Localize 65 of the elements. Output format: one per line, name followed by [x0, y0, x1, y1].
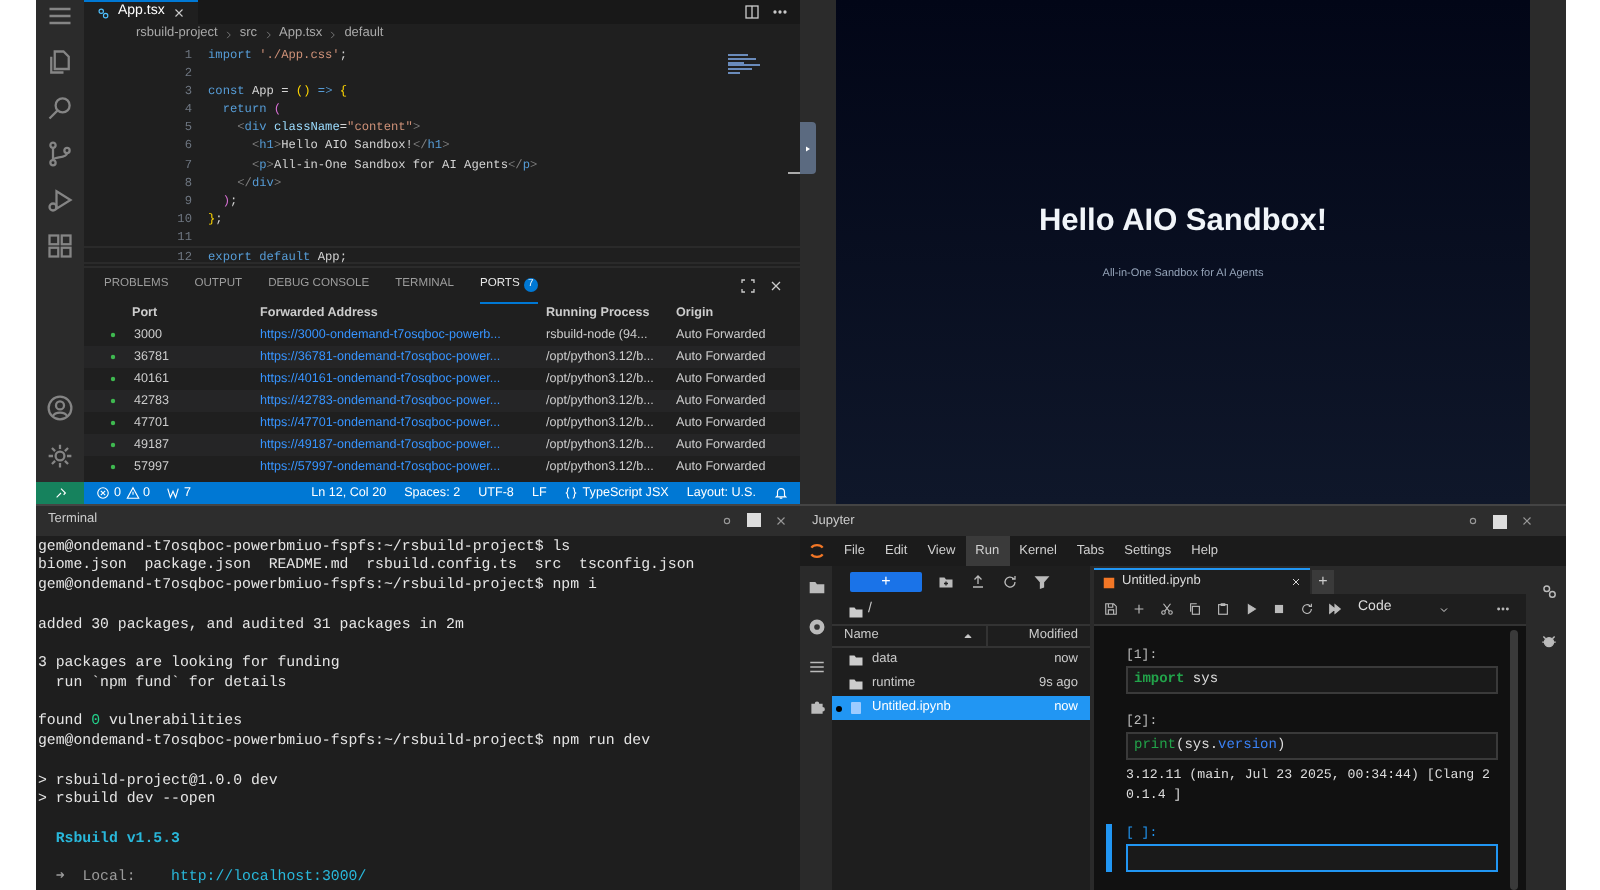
jupyter-logo-icon[interactable]	[808, 542, 826, 560]
stop-icon[interactable]	[1272, 602, 1286, 616]
play-bug-icon[interactable]	[46, 186, 74, 214]
more-icon[interactable]	[1496, 602, 1510, 616]
error-icon	[96, 486, 110, 500]
new-folder-icon[interactable]	[938, 574, 954, 590]
minimize-icon[interactable]	[1466, 514, 1480, 528]
search-icon[interactable]	[46, 94, 74, 122]
chevron-icon	[328, 29, 339, 39]
add-tab-button[interactable]: +	[1312, 570, 1334, 594]
run-icon[interactable]	[1244, 602, 1258, 616]
filter-icon[interactable]	[1034, 574, 1050, 590]
notebook-icon	[1102, 575, 1116, 589]
restart-icon[interactable]	[1300, 602, 1314, 616]
copy-icon[interactable]	[1188, 602, 1202, 616]
sort-up-icon	[962, 630, 974, 642]
extensions-icon[interactable]	[46, 232, 74, 260]
remote-icon	[53, 486, 67, 500]
split-editor-icon[interactable]	[744, 4, 760, 20]
running-icon[interactable]	[807, 618, 825, 636]
files-icon[interactable]	[46, 48, 74, 76]
arrow-icon	[804, 143, 812, 153]
new-launcher-button[interactable]: +	[850, 572, 922, 592]
bug-icon[interactable]	[1539, 632, 1557, 650]
close-icon[interactable]	[768, 277, 784, 293]
chevron-icon	[263, 29, 273, 39]
upload-icon[interactable]	[970, 574, 986, 590]
braces-icon	[564, 486, 579, 500]
status-dot-icon	[108, 462, 118, 472]
folder-icon	[848, 603, 864, 619]
close-icon[interactable]	[172, 6, 187, 20]
minimize-icon[interactable]	[720, 513, 734, 528]
status-dot-icon	[108, 374, 118, 384]
maximize-icon[interactable]	[1492, 513, 1508, 529]
save-icon[interactable]	[1104, 602, 1118, 616]
page-heading: Hello AIO Sandbox!	[1038, 202, 1328, 243]
status-dot-icon	[108, 330, 118, 340]
status-dot-icon	[108, 440, 118, 450]
branch-icon[interactable]	[46, 140, 74, 168]
warning-icon	[125, 486, 140, 500]
folder-icon[interactable]	[807, 578, 825, 596]
puzzle-icon[interactable]	[807, 698, 825, 716]
caret-icon	[1438, 603, 1450, 615]
fast-forward-icon[interactable]	[1328, 602, 1342, 616]
paste-icon[interactable]	[1216, 602, 1230, 616]
status-dot-icon	[108, 418, 118, 428]
code-cell-input[interactable]	[1126, 844, 1498, 872]
menu-icon[interactable]	[46, 2, 74, 30]
chevron-icon	[223, 29, 234, 39]
cut-icon[interactable]	[1160, 602, 1174, 616]
scroll-marker	[788, 172, 800, 174]
plus-icon[interactable]	[1132, 602, 1146, 616]
close-icon[interactable]	[774, 513, 788, 528]
panel-handle[interactable]	[800, 122, 816, 174]
settings-icon[interactable]	[46, 442, 74, 470]
status-dot-icon	[108, 396, 118, 406]
close-icon[interactable]	[1520, 514, 1534, 528]
status-dot-icon	[108, 352, 118, 362]
maximize-icon[interactable]	[746, 512, 762, 529]
refresh-icon[interactable]	[1002, 574, 1018, 590]
bell-icon[interactable]	[774, 486, 788, 500]
maximize-icon[interactable]	[740, 277, 756, 293]
list-icon[interactable]	[807, 658, 825, 676]
account-icon[interactable]	[46, 394, 74, 422]
notebook-icon	[848, 700, 864, 716]
